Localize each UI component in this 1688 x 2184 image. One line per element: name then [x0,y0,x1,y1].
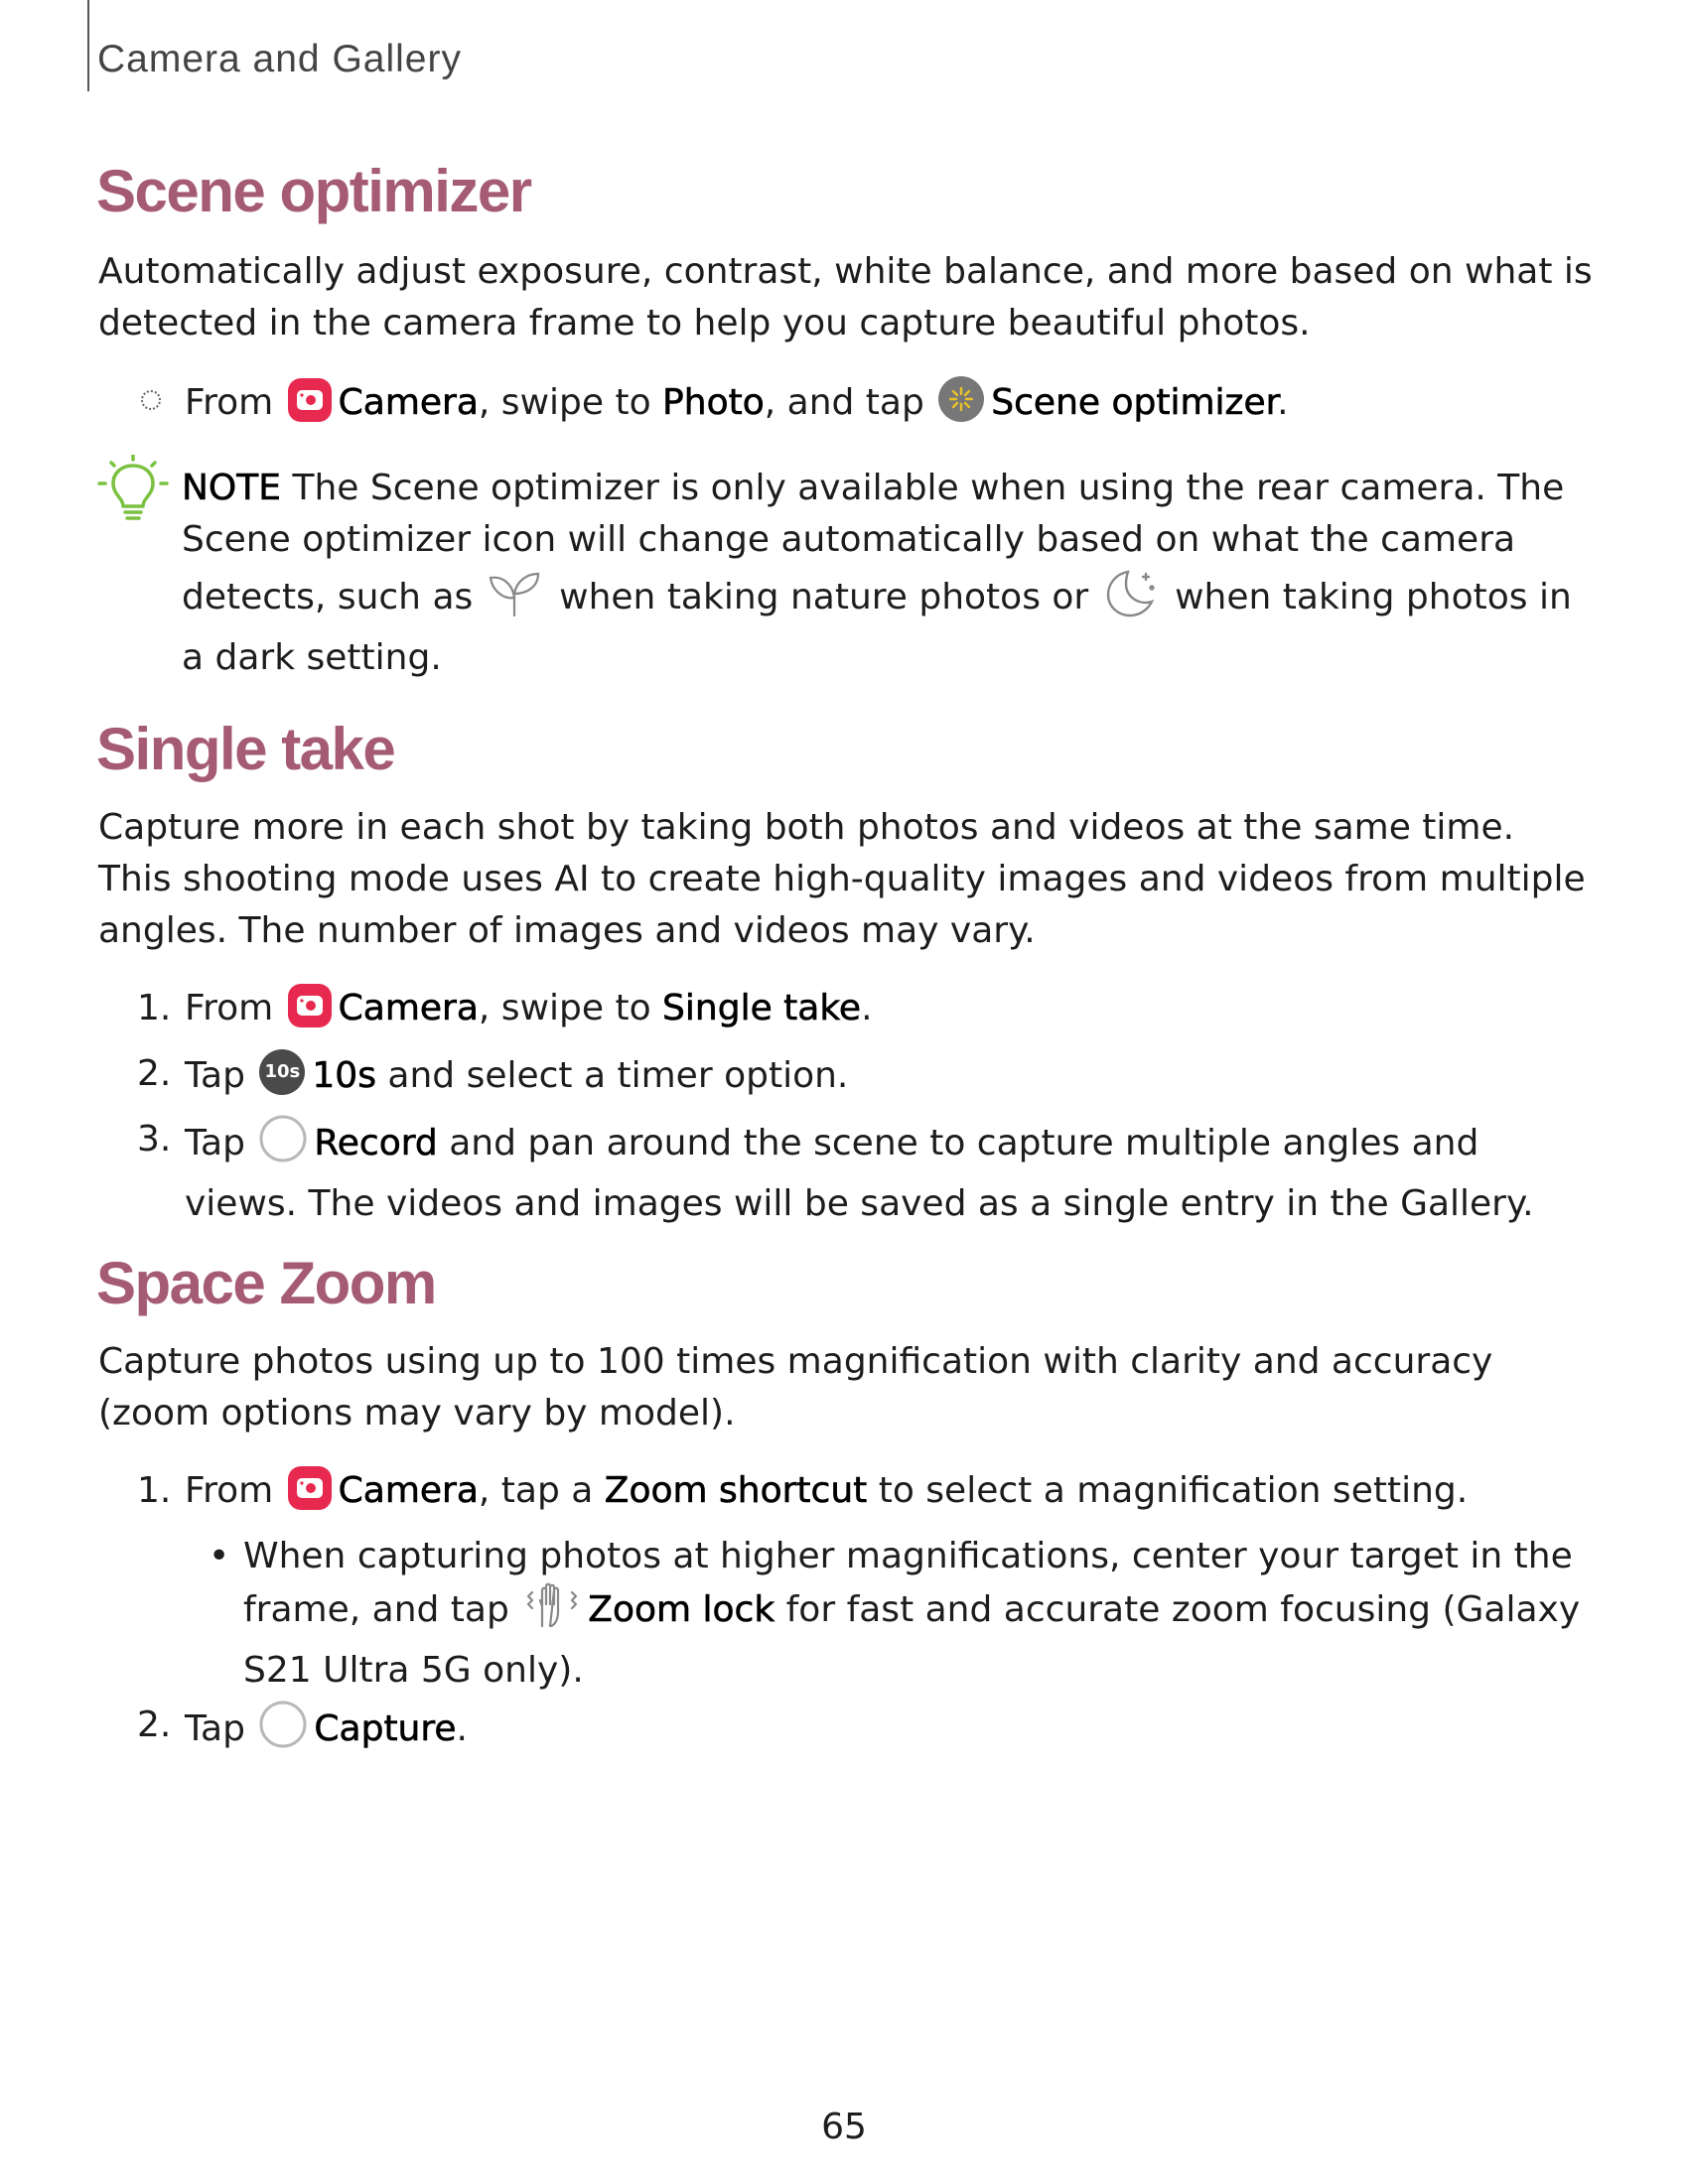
note-label: NOTE [182,468,282,509]
scene-optimizer-icon [937,375,985,438]
header-rule [87,0,89,91]
scene-optimizer-title: Scene optimizer [96,158,532,224]
step-bullet-icon [141,390,161,410]
shutter-icon [258,1114,308,1178]
moon-icon [1102,566,1158,632]
camera-icon [287,1465,333,1526]
shutter-icon [258,1700,308,1764]
page-number: 65 [821,2107,867,2147]
single-take-title: Single take [96,716,396,782]
header-title: Camera and Gallery [97,38,462,80]
camera-icon [287,377,333,438]
space-zoom-title: Space Zoom [96,1250,437,1316]
lightbulb-icon [97,454,169,534]
scene-optimizer-note: NOTE The Scene optimizer is only availab… [182,468,1572,678]
single-take-intro: Capture more in each shot by taking both… [98,807,1586,951]
zoom-lock-icon [522,1582,582,1645]
timer-10s-icon: 10s [258,1048,306,1096]
leaf-icon [487,570,542,632]
space-zoom-intro: Capture photos using up to 100 times mag… [98,1341,1493,1433]
scene-optimizer-intro: Automatically adjust exposure, contrast,… [98,251,1593,343]
camera-icon [287,983,333,1043]
